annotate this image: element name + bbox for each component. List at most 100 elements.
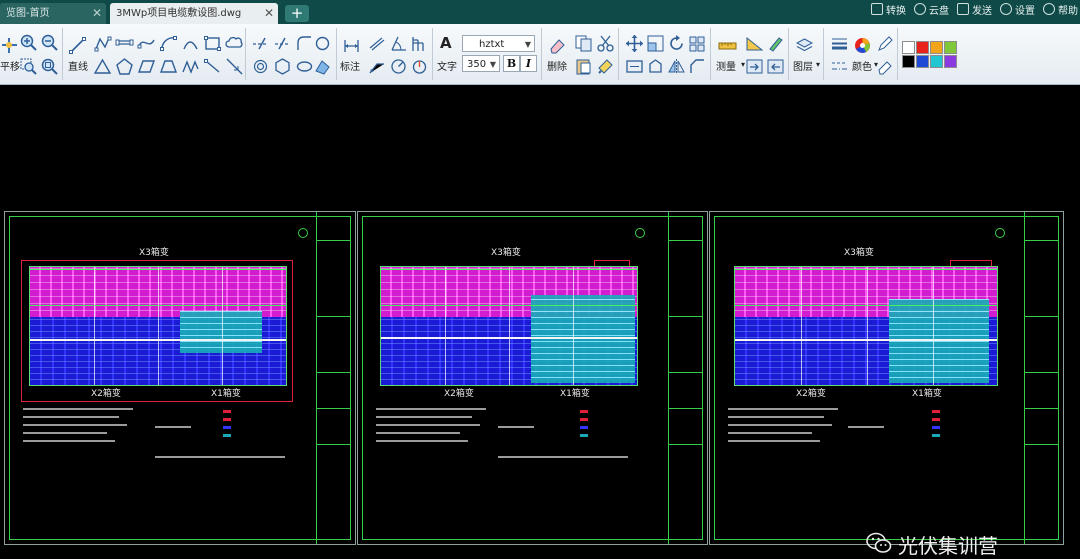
spline-icon[interactable] xyxy=(137,34,156,53)
paste-icon[interactable] xyxy=(574,57,593,76)
send-button[interactable]: 发送 xyxy=(957,0,992,24)
pan-label: 平移 xyxy=(0,62,20,73)
array-icon[interactable] xyxy=(688,34,707,53)
ribbon-toolbar: 平移 直线 标注 A 文字 hztxt ▼ 350 ▼ B I 删除 测量 ▾ … xyxy=(0,24,1080,85)
title-block xyxy=(1024,212,1059,544)
color-wheel-icon[interactable] xyxy=(853,36,872,55)
trapezoid-icon[interactable] xyxy=(159,57,178,76)
color-swatch-black[interactable] xyxy=(902,55,915,68)
help-label: 帮助 xyxy=(1058,6,1078,17)
measure-icon[interactable] xyxy=(718,36,737,55)
pan-icon[interactable] xyxy=(0,36,19,55)
mirror-icon[interactable] xyxy=(667,57,686,76)
construction-line-icon[interactable] xyxy=(225,57,244,76)
trim-icon[interactable] xyxy=(251,34,270,53)
zigzag-icon[interactable] xyxy=(181,57,200,76)
match-properties-icon[interactable] xyxy=(596,57,615,76)
eraser-icon[interactable] xyxy=(548,36,567,55)
settings-button[interactable]: 设置 xyxy=(1000,0,1035,24)
watermark-text: 光伏集训营 xyxy=(898,534,998,558)
cloud-shape-icon[interactable] xyxy=(225,34,244,53)
north-arrow-icon xyxy=(298,228,308,238)
line-tool-icon[interactable] xyxy=(68,36,87,55)
radius-dimension-icon[interactable] xyxy=(389,57,408,76)
color-swatch-cyan[interactable] xyxy=(930,55,943,68)
arc-icon[interactable] xyxy=(159,34,178,53)
polygon-icon[interactable] xyxy=(273,57,292,76)
extend-icon[interactable] xyxy=(273,34,292,53)
font-select[interactable]: hztxt ▼ xyxy=(462,35,535,52)
layer-icon[interactable] xyxy=(795,36,814,55)
multiline-icon[interactable] xyxy=(115,34,134,53)
rotate-icon[interactable] xyxy=(667,34,686,53)
convert-button[interactable]: 转换 xyxy=(871,0,906,24)
title-block xyxy=(316,212,351,544)
highlight-icon[interactable] xyxy=(766,34,785,53)
cloud-button[interactable]: 云盘 xyxy=(914,0,949,24)
area-measure-icon[interactable] xyxy=(745,34,764,53)
line-type-icon[interactable] xyxy=(830,57,849,76)
dimension-icon[interactable] xyxy=(342,36,361,55)
color-swatch-blue[interactable] xyxy=(916,55,929,68)
polyline-icon[interactable] xyxy=(93,34,112,53)
tab-drawing-close-icon[interactable]: ✕ xyxy=(264,3,274,24)
chamfer-icon[interactable] xyxy=(688,57,707,76)
tab-drawing[interactable]: 3MWp项目电缆敷设图.dwg ✕ xyxy=(110,3,278,24)
parallelogram-icon[interactable] xyxy=(137,57,156,76)
zoom-out-icon[interactable] xyxy=(40,33,59,52)
delete-label: 删除 xyxy=(547,62,567,73)
curve-icon[interactable] xyxy=(181,34,200,53)
scale-icon[interactable] xyxy=(646,34,665,53)
export-icon[interactable] xyxy=(745,57,764,76)
cloud-label: 云盘 xyxy=(929,6,949,17)
bold-button[interactable]: B xyxy=(503,55,520,72)
zone-label-bottom-left: X2箱变 xyxy=(91,389,121,399)
help-button[interactable]: 帮助 xyxy=(1043,0,1078,24)
offset-icon[interactable] xyxy=(251,57,270,76)
color-swatch-orange[interactable] xyxy=(930,41,943,54)
add-tab-button[interactable]: + xyxy=(285,5,309,22)
pentagon-icon[interactable] xyxy=(115,57,134,76)
zoom-in-icon[interactable] xyxy=(19,33,38,52)
rectangle-icon[interactable] xyxy=(203,34,222,53)
tab-drawing-label: 3MWp项目电缆敷设图.dwg xyxy=(116,8,242,19)
ray-icon[interactable] xyxy=(203,57,222,76)
circle-icon[interactable] xyxy=(313,34,332,53)
pv-array-area xyxy=(734,266,998,386)
color-swatch-white[interactable] xyxy=(902,41,915,54)
copy-icon[interactable] xyxy=(574,34,593,53)
zoom-window-icon[interactable] xyxy=(19,57,38,76)
baseline-dimension-icon[interactable] xyxy=(410,34,429,53)
settings-label: 设置 xyxy=(1015,6,1035,17)
angular-dimension-icon[interactable] xyxy=(389,34,408,53)
chevron-down-icon: ▼ xyxy=(489,60,496,69)
move-icon[interactable] xyxy=(625,34,644,53)
hatch-icon[interactable] xyxy=(313,57,332,76)
dimension-label: 标注 xyxy=(340,62,360,73)
triangle-icon[interactable] xyxy=(93,57,112,76)
aligned-dimension-icon[interactable] xyxy=(367,34,386,53)
line-weight-icon[interactable] xyxy=(830,34,849,53)
import-icon[interactable] xyxy=(766,57,785,76)
pen-icon[interactable] xyxy=(876,34,895,53)
arc-length-icon[interactable] xyxy=(410,57,429,76)
color-swatch-green[interactable] xyxy=(944,41,957,54)
color-swatch-purple[interactable] xyxy=(944,55,957,68)
ellipse-icon[interactable] xyxy=(295,57,314,76)
italic-button[interactable]: I xyxy=(520,55,537,72)
layer-dropdown-icon[interactable]: ▾ xyxy=(816,60,820,69)
tab-home[interactable]: 览图-首页 ✕ xyxy=(0,3,106,24)
leader-icon[interactable] xyxy=(367,57,386,76)
pv-array-area xyxy=(380,266,638,386)
fillet-icon[interactable] xyxy=(295,34,314,53)
cut-icon[interactable] xyxy=(596,34,615,53)
color-swatch-red[interactable] xyxy=(916,41,929,54)
stretch-icon[interactable] xyxy=(625,57,644,76)
text-size-select[interactable]: 350 ▼ xyxy=(462,55,500,72)
tab-home-close-icon[interactable]: ✕ xyxy=(92,3,102,24)
explode-icon[interactable] xyxy=(646,57,665,76)
eraser-pen-icon[interactable] xyxy=(876,57,895,76)
text-icon[interactable]: A xyxy=(440,34,452,52)
zoom-extents-icon[interactable] xyxy=(40,57,59,76)
drawing-canvas[interactable]: X3箱变 X2箱变 X1箱变 X3箱变 X2箱变 X1箱变 X3箱变 X2箱变 … xyxy=(0,85,1080,558)
